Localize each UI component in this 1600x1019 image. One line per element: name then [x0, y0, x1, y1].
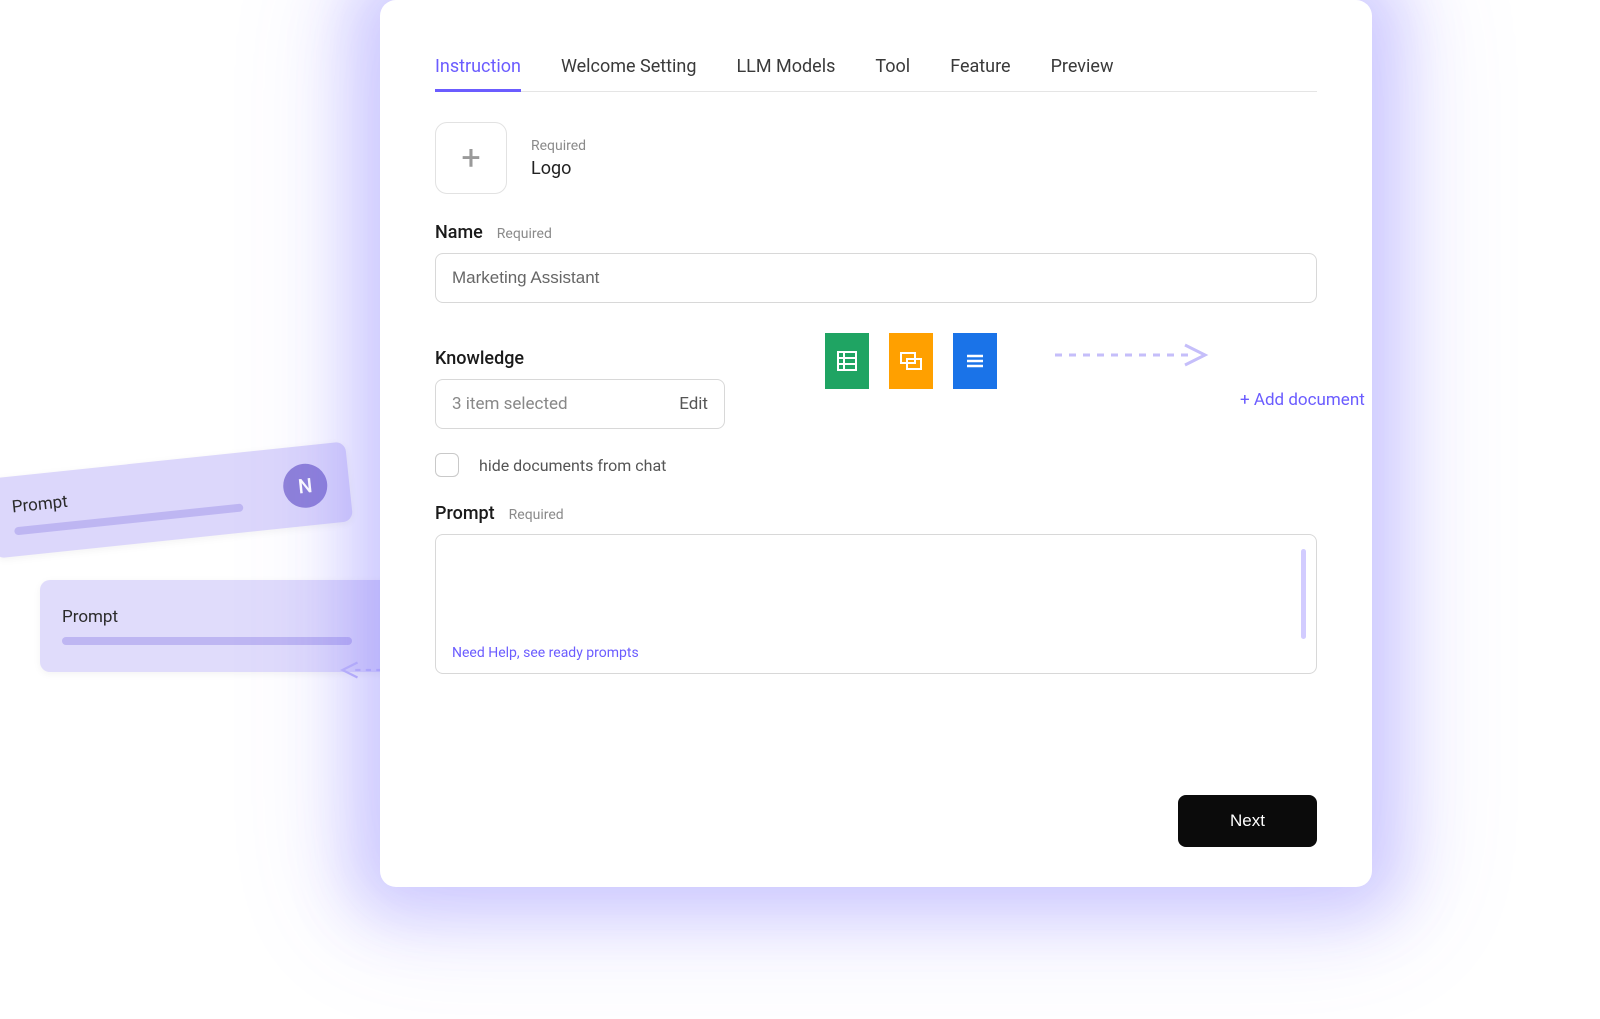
tab-tool[interactable]: Tool: [875, 50, 910, 91]
tab-instruction[interactable]: Instruction: [435, 50, 521, 91]
document-icons: [825, 333, 997, 389]
required-tag: Required: [509, 507, 564, 523]
name-label: Name: [435, 222, 483, 243]
card-title: Prompt: [62, 607, 366, 627]
avatar: N: [281, 462, 329, 510]
required-tag: Required: [497, 226, 552, 242]
logo-upload-box[interactable]: +: [435, 122, 507, 194]
scrollbar[interactable]: [1301, 549, 1306, 639]
config-panel: Instruction Welcome Setting LLM Models T…: [380, 0, 1372, 887]
hide-docs-checkbox[interactable]: [435, 453, 459, 477]
selected-count: 3 item selected: [452, 394, 568, 414]
edit-link[interactable]: Edit: [679, 394, 708, 414]
docs-icon: [953, 333, 997, 389]
knowledge-select[interactable]: 3 item selected Edit: [435, 379, 725, 429]
logo-label: Logo: [531, 158, 586, 179]
floating-prompt-card-n[interactable]: Prompt N: [0, 441, 353, 558]
tab-feature[interactable]: Feature: [950, 50, 1010, 91]
plus-icon: +: [461, 138, 480, 178]
tab-welcome-setting[interactable]: Welcome Setting: [561, 50, 697, 91]
required-tag: Required: [531, 138, 586, 154]
name-input[interactable]: [435, 253, 1317, 303]
help-link[interactable]: Need Help, see ready prompts: [452, 645, 639, 661]
add-document-link[interactable]: + Add document: [1240, 390, 1365, 410]
hide-docs-label: hide documents from chat: [479, 456, 666, 475]
tab-llm-models[interactable]: LLM Models: [736, 50, 835, 91]
prompt-label: Prompt: [435, 503, 495, 524]
tab-preview[interactable]: Preview: [1051, 50, 1114, 91]
tab-bar: Instruction Welcome Setting LLM Models T…: [435, 50, 1317, 92]
next-button[interactable]: Next: [1178, 795, 1317, 847]
prompt-textarea[interactable]: Need Help, see ready prompts: [435, 534, 1317, 674]
slides-icon: [889, 333, 933, 389]
sheets-icon: [825, 333, 869, 389]
knowledge-label: Knowledge: [435, 348, 524, 369]
placeholder-bar: [62, 637, 352, 645]
